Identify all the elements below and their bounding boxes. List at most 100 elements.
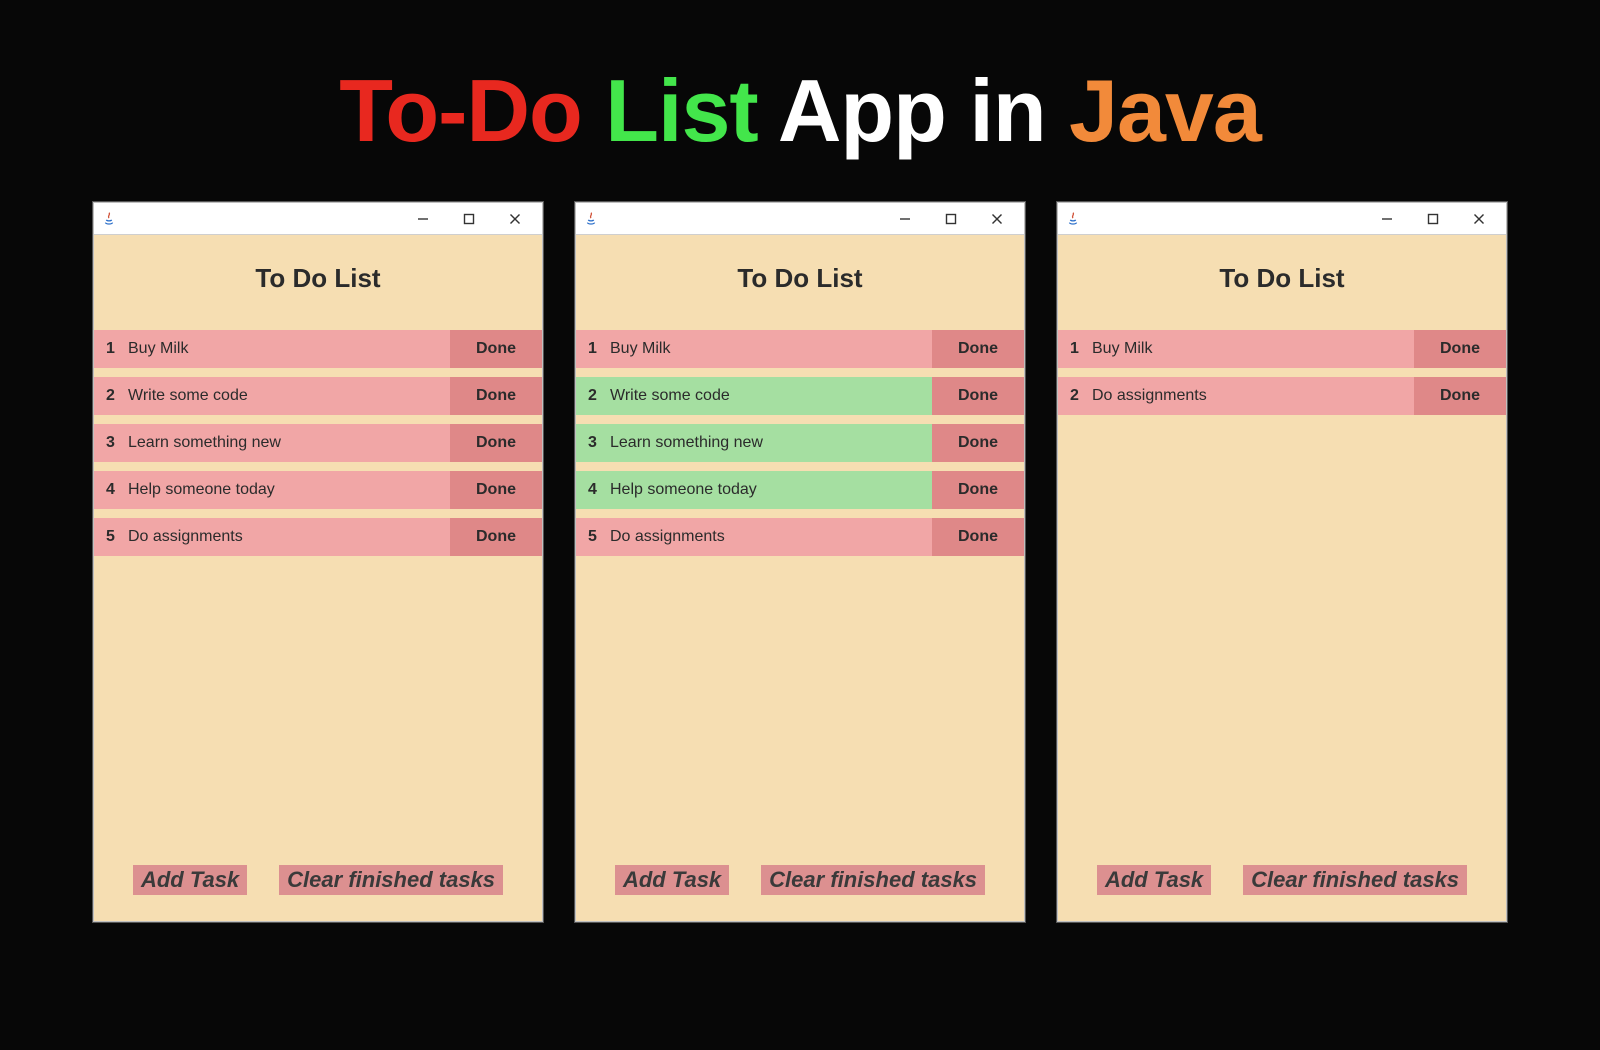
clear-finished-button[interactable]: Clear finished tasks	[1243, 865, 1467, 895]
minimize-button[interactable]	[882, 204, 928, 234]
task-text[interactable]: 5 Do assignments	[576, 518, 932, 556]
task-number: 1	[1070, 340, 1082, 358]
task-label: Do assignments	[128, 528, 243, 546]
task-label: Help someone today	[610, 481, 757, 499]
done-button[interactable]: Done	[1414, 377, 1506, 415]
task-label: Do assignments	[610, 528, 725, 546]
window-titlebar[interactable]	[1058, 203, 1506, 235]
task-number: 1	[106, 340, 118, 358]
task-list: 1 Buy Milk Done 2 Write some code Done 3 Learn …	[576, 330, 1024, 556]
task-row: 4 Help someone today Done	[576, 471, 1024, 509]
footer-buttons: Add Task Clear finished tasks	[1058, 865, 1506, 921]
app-title: To Do List	[576, 235, 1024, 330]
window-body: To Do List1Buy MilkDone2Write some codeD…	[576, 235, 1024, 921]
task-label: Buy Milk	[610, 340, 670, 358]
window-body: To Do List1Buy MilkDone2Write some codeD…	[94, 235, 542, 921]
task-number: 1	[588, 340, 600, 358]
java-icon	[1064, 210, 1082, 228]
task-row: 1 Buy Milk Done	[576, 330, 1024, 368]
task-label: Write some code	[610, 387, 730, 405]
task-number: 4	[588, 481, 600, 499]
window-controls	[400, 204, 538, 234]
task-label: Do assignments	[1092, 387, 1207, 405]
footer-buttons: Add Task Clear finished tasks	[576, 865, 1024, 921]
close-button[interactable]	[974, 204, 1020, 234]
headline-word-list: List	[605, 61, 757, 160]
app-window: To Do List1Buy MilkDone2Write some codeD…	[93, 202, 543, 922]
minimize-button[interactable]	[1364, 204, 1410, 234]
window-controls	[882, 204, 1020, 234]
window-titlebar[interactable]	[94, 203, 542, 235]
task-text[interactable]: 1 Buy Milk	[576, 330, 932, 368]
task-label: Learn something new	[610, 434, 763, 452]
add-task-button[interactable]: Add Task	[1097, 865, 1211, 895]
task-row: 3 Learn something new Done	[576, 424, 1024, 462]
task-row: 1 Buy Milk Done	[1058, 330, 1506, 368]
task-number: 5	[588, 528, 600, 546]
task-text[interactable]: 2 Write some code	[576, 377, 932, 415]
task-row: 2Write some codeDone	[94, 377, 542, 415]
task-row: 2 Write some code Done	[576, 377, 1024, 415]
window-body: To Do List1Buy MilkDone2Do assignmentsDo…	[1058, 235, 1506, 921]
task-text[interactable]: 1 Buy Milk	[1058, 330, 1414, 368]
app-window: To Do List1Buy MilkDone2Write some codeD…	[575, 202, 1025, 922]
clear-finished-button[interactable]: Clear finished tasks	[761, 865, 985, 895]
done-button[interactable]: Done	[932, 330, 1024, 368]
task-text[interactable]: 5 Do assignments	[94, 518, 450, 556]
done-button[interactable]: Done	[932, 424, 1024, 462]
task-text[interactable]: 2Do assignments	[1058, 377, 1414, 415]
task-label: Learn something new	[128, 434, 281, 452]
task-label: Buy Milk	[128, 340, 188, 358]
java-icon	[100, 210, 118, 228]
done-button[interactable]: Done	[932, 471, 1024, 509]
app-title: To Do List	[94, 235, 542, 330]
task-number: 4	[106, 481, 118, 499]
task-row: 2Do assignmentsDone	[1058, 377, 1506, 415]
headline-word-todo: To-Do	[339, 61, 582, 160]
page-headline: To-Do List App in Java	[0, 0, 1600, 202]
task-row: 4 Help someone today Done	[94, 471, 542, 509]
task-row: 5 Do assignments Done	[576, 518, 1024, 556]
done-button[interactable]: Done	[450, 424, 542, 462]
maximize-button[interactable]	[446, 204, 492, 234]
done-button[interactable]: Done	[450, 330, 542, 368]
done-button[interactable]: Done	[932, 377, 1024, 415]
task-text[interactable]: 1 Buy Milk	[94, 330, 450, 368]
clear-finished-button[interactable]: Clear finished tasks	[279, 865, 503, 895]
done-button[interactable]: Done	[1414, 330, 1506, 368]
minimize-button[interactable]	[400, 204, 446, 234]
task-list: 1Buy MilkDone2Write some codeDone3Learn …	[94, 330, 542, 556]
task-label: Write some code	[128, 387, 248, 405]
task-number: 3	[588, 434, 600, 452]
task-number: 3	[106, 434, 118, 452]
task-label: Buy Milk	[1092, 340, 1152, 358]
add-task-button[interactable]: Add Task	[615, 865, 729, 895]
app-title: To Do List	[1058, 235, 1506, 330]
task-number: 5	[106, 528, 118, 546]
maximize-button[interactable]	[1410, 204, 1456, 234]
close-button[interactable]	[1456, 204, 1502, 234]
task-text[interactable]: 4 Help someone today	[576, 471, 932, 509]
windows-row: To Do List1Buy MilkDone2Write some codeD…	[0, 202, 1600, 922]
headline-word-java: Java	[1069, 61, 1261, 160]
task-text[interactable]: 3 Learn something new	[94, 424, 450, 462]
headline-word-appin: App in	[778, 61, 1046, 160]
app-window: To Do List1Buy MilkDone2Do assignmentsDo…	[1057, 202, 1507, 922]
task-label: Help someone today	[128, 481, 275, 499]
done-button[interactable]: Done	[450, 518, 542, 556]
done-button[interactable]: Done	[450, 377, 542, 415]
close-button[interactable]	[492, 204, 538, 234]
window-titlebar[interactable]	[576, 203, 1024, 235]
task-row: 5 Do assignments Done	[94, 518, 542, 556]
task-row: 3 Learn something new Done	[94, 424, 542, 462]
done-button[interactable]: Done	[450, 471, 542, 509]
task-number: 2	[588, 387, 600, 405]
task-text[interactable]: 2Write some code	[94, 377, 450, 415]
footer-buttons: Add Task Clear finished tasks	[94, 865, 542, 921]
add-task-button[interactable]: Add Task	[133, 865, 247, 895]
maximize-button[interactable]	[928, 204, 974, 234]
done-button[interactable]: Done	[932, 518, 1024, 556]
task-text[interactable]: 4 Help someone today	[94, 471, 450, 509]
task-list: 1Buy MilkDone2Do assignmentsDone	[1058, 330, 1506, 415]
task-text[interactable]: 3 Learn something new	[576, 424, 932, 462]
